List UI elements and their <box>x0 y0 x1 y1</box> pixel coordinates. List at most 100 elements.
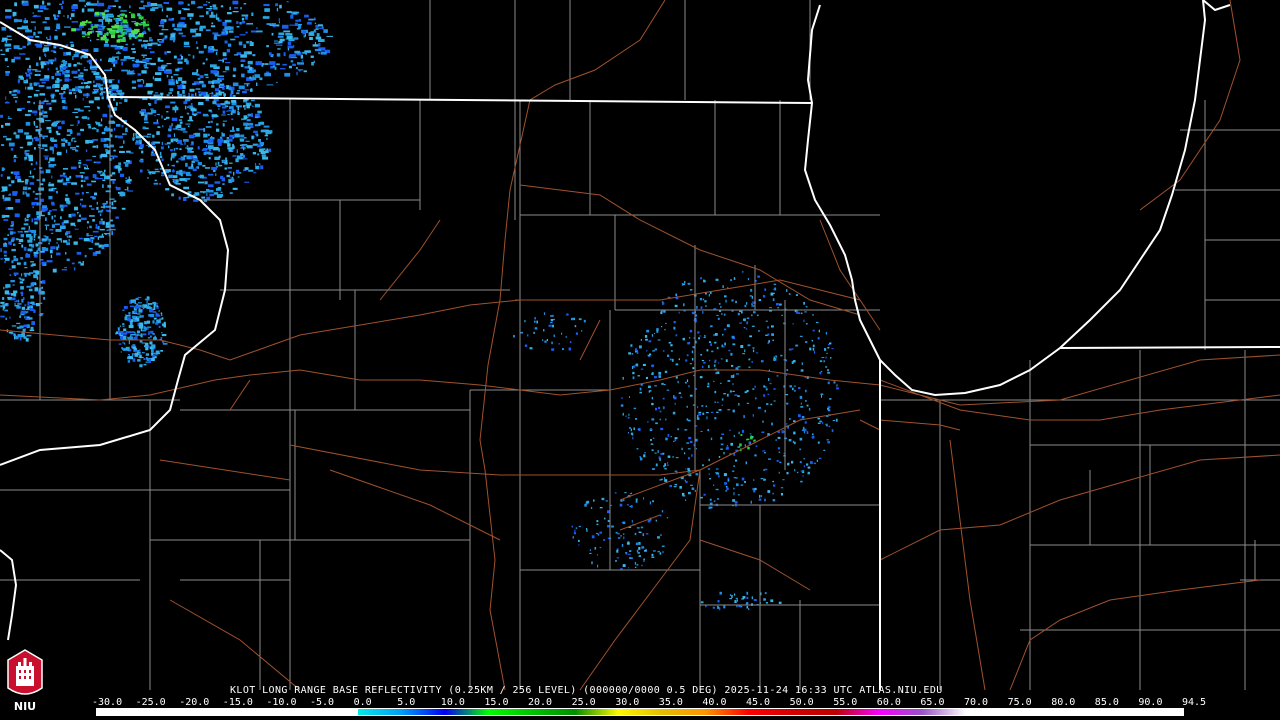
echo-pixel <box>769 307 772 309</box>
echo-pixel <box>705 305 707 307</box>
echo-pixel <box>149 341 153 345</box>
echo-pixel <box>323 29 328 33</box>
echo-pixel <box>275 3 279 7</box>
echo-pixel <box>273 40 278 42</box>
echo-pixel <box>218 148 220 152</box>
echo-pixel <box>31 321 35 325</box>
echo-pixel <box>667 434 670 437</box>
echo-pixel <box>37 144 42 147</box>
echo-pixel <box>260 165 264 170</box>
echo-pixel <box>108 57 116 62</box>
echo-pixel <box>208 9 212 11</box>
echo-pixel <box>32 69 38 71</box>
echo-pixel <box>30 308 34 311</box>
product-caption: KLOT LONG RANGE BASE REFLECTIVITY (0.25K… <box>230 685 943 696</box>
echo-pixel <box>34 147 36 150</box>
echo-pixel <box>700 354 703 356</box>
echo-pixel <box>727 409 731 411</box>
echo-pixel <box>26 214 29 219</box>
echo-pixel <box>181 35 186 37</box>
echo-pixel <box>174 179 176 183</box>
echo-pixel <box>48 238 51 242</box>
echo-pixel <box>805 306 808 308</box>
echo-pixel <box>26 179 29 182</box>
echo-pixel <box>687 467 690 471</box>
echo-pixel <box>28 157 33 162</box>
echo-pixel <box>108 15 114 18</box>
echo-pixel <box>726 446 729 450</box>
echo-pixel <box>4 242 7 246</box>
echo-pixel <box>183 139 189 142</box>
echo-pixel <box>139 349 141 352</box>
echo-pixel <box>673 440 675 442</box>
echo-pixel <box>120 98 123 100</box>
echo-pixel <box>765 320 768 322</box>
echo-pixel <box>95 224 98 228</box>
echo-pixel <box>708 341 712 343</box>
echo-pixel <box>80 198 83 201</box>
echo-pixel <box>670 350 673 352</box>
echo-pixel <box>13 255 17 258</box>
echo-pixel <box>729 598 732 600</box>
echo-pixel <box>634 532 637 536</box>
echo-pixel <box>751 361 753 363</box>
echo-pixel <box>205 29 211 32</box>
echo-pixel <box>192 55 195 59</box>
echo-pixel <box>620 535 622 537</box>
echo-pixel <box>695 425 698 427</box>
echo-pixel <box>5 284 11 288</box>
echo-pixel <box>278 32 285 36</box>
echo-pixel <box>159 151 162 156</box>
echo-pixel <box>186 60 189 65</box>
echo-pixel <box>800 470 804 472</box>
echo-pixel <box>18 242 22 244</box>
echo-pixel <box>243 122 248 126</box>
echo-pixel <box>142 19 147 21</box>
echo-pixel <box>627 553 631 555</box>
echo-pixel <box>758 299 762 301</box>
echo-pixel <box>108 221 110 224</box>
echo-pixel <box>805 400 807 402</box>
scale-segment <box>227 709 271 715</box>
echo-pixel <box>19 281 24 284</box>
echo-pixel <box>80 263 84 266</box>
echo-pixel <box>248 169 254 172</box>
echo-pixel <box>635 498 638 500</box>
echo-pixel <box>40 259 44 261</box>
echo-pixel <box>637 375 640 377</box>
echo-pixel <box>659 534 662 536</box>
echo-pixel <box>651 334 654 337</box>
echo-pixel <box>788 439 792 442</box>
echo-pixel <box>5 303 8 305</box>
echo-pixel <box>211 91 213 95</box>
echo-pixel <box>56 238 62 241</box>
scale-segment <box>922 709 966 715</box>
echo-pixel <box>96 206 99 210</box>
echo-pixel <box>791 348 794 350</box>
echo-pixel <box>654 385 657 387</box>
echo-pixel <box>177 58 182 61</box>
echo-pixel <box>40 198 44 202</box>
echo-pixel <box>656 330 659 333</box>
echo-pixel <box>758 498 762 501</box>
echo-pixel <box>752 347 755 349</box>
echo-pixel <box>183 155 187 157</box>
echo-pixel <box>662 350 665 352</box>
echo-pixel <box>748 441 751 445</box>
echo-pixel <box>94 96 100 101</box>
echo-pixel <box>69 41 74 44</box>
echo-pixel <box>715 488 719 491</box>
echo-pixel <box>641 546 645 549</box>
echo-pixel <box>112 157 115 160</box>
echo-pixel <box>318 52 320 55</box>
echo-pixel <box>698 413 701 416</box>
echo-pixel <box>34 287 39 291</box>
echo-pixel <box>686 405 688 408</box>
echo-pixel <box>191 163 194 168</box>
echo-pixel <box>147 1 151 6</box>
echo-pixel <box>20 107 25 110</box>
echo-pixel <box>828 425 831 428</box>
echo-pixel <box>753 599 757 602</box>
echo-pixel <box>730 279 732 281</box>
echo-pixel <box>143 43 148 46</box>
